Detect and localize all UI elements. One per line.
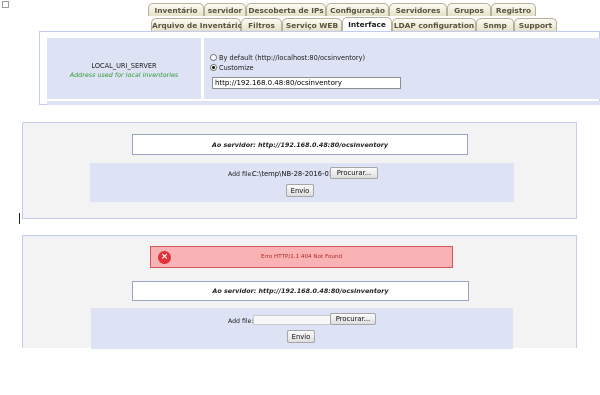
browse-button[interactable]: Procurar... — [330, 313, 376, 325]
setting-name: LOCAL_URI_SERVER — [91, 62, 157, 70]
add-file-label: Add file: — [228, 318, 254, 325]
option-default-label: By default (http://localhost:80/ocsinven… — [219, 53, 366, 62]
browse-button[interactable]: Procurar... — [330, 167, 378, 179]
submit-button[interactable]: Envio — [286, 184, 314, 197]
upload-form-area: Add file: C:\temp\NB-28-2016-01-2 Procur… — [90, 163, 514, 202]
tab-ldap-configuration[interactable]: LDAP configuration — [392, 18, 476, 31]
settings-table: LOCAL_URI_SERVER Address used for local … — [39, 31, 600, 105]
add-file-label: Add file: — [228, 171, 254, 178]
tab-registro[interactable]: Registro — [491, 3, 536, 16]
error-message-box: × Erro HTTP/1.1 404 Not Found — [150, 246, 453, 268]
server-url-input[interactable]: http://192.168.0.48:80/ocsinventory — [212, 77, 401, 89]
option-customize-label: Customize — [219, 63, 254, 72]
radio-customize[interactable] — [210, 64, 217, 71]
text-cursor — [19, 213, 20, 224]
file-path-field[interactable]: C:\temp\NB-28-2016-01-2 — [252, 170, 330, 178]
tab-arquivo-de-inventario[interactable]: Arquivo de Inventário — [151, 18, 243, 31]
tab-grupos[interactable]: Grupos — [447, 3, 491, 16]
setting-description: Address used for local inventories — [69, 71, 179, 79]
upload-form-area: Add file: Procurar... Envio — [91, 308, 513, 349]
file-path-field[interactable] — [253, 315, 331, 325]
tab-servico-web[interactable]: Serviço WEB — [282, 18, 342, 31]
tab-configuracao[interactable]: Configuração — [326, 3, 389, 16]
tab-filtros[interactable]: Filtros — [241, 18, 282, 31]
tab-servidores[interactable]: Servidores — [389, 3, 447, 16]
option-customize-row[interactable]: Customize — [210, 63, 254, 72]
tab-servidor[interactable]: servidor — [204, 3, 246, 16]
tab-descoberta-de-ips[interactable]: Descoberta de IPs — [246, 3, 326, 16]
submit-button[interactable]: Envio — [287, 330, 315, 343]
setting-value-cell: By default (http://localhost:80/ocsinven… — [204, 38, 600, 99]
upload-panel-1: Ao servidor: http://192.168.0.48:80/ocsi… — [22, 122, 577, 219]
tab-support[interactable]: Support — [514, 18, 557, 31]
option-default-row[interactable]: By default (http://localhost:80/ocsinven… — [210, 53, 365, 62]
server-address-box: Ao servidor: http://192.168.0.48:80/ocsi… — [132, 281, 469, 301]
tab-snmp[interactable]: Snmp — [476, 18, 514, 31]
setting-label-cell: LOCAL_URI_SERVER Address used for local … — [47, 38, 201, 99]
tab-inventario[interactable]: Inventário — [148, 3, 204, 16]
window-corner-box — [2, 1, 9, 8]
tab-interface[interactable]: Interface — [342, 17, 392, 32]
server-address-box: Ao servidor: http://192.168.0.48:80/ocsi… — [132, 134, 468, 155]
error-message: Erro HTTP/1.1 404 Not Found — [260, 254, 343, 260]
radio-default[interactable] — [210, 54, 217, 61]
settings-bottom-row — [47, 101, 600, 105]
